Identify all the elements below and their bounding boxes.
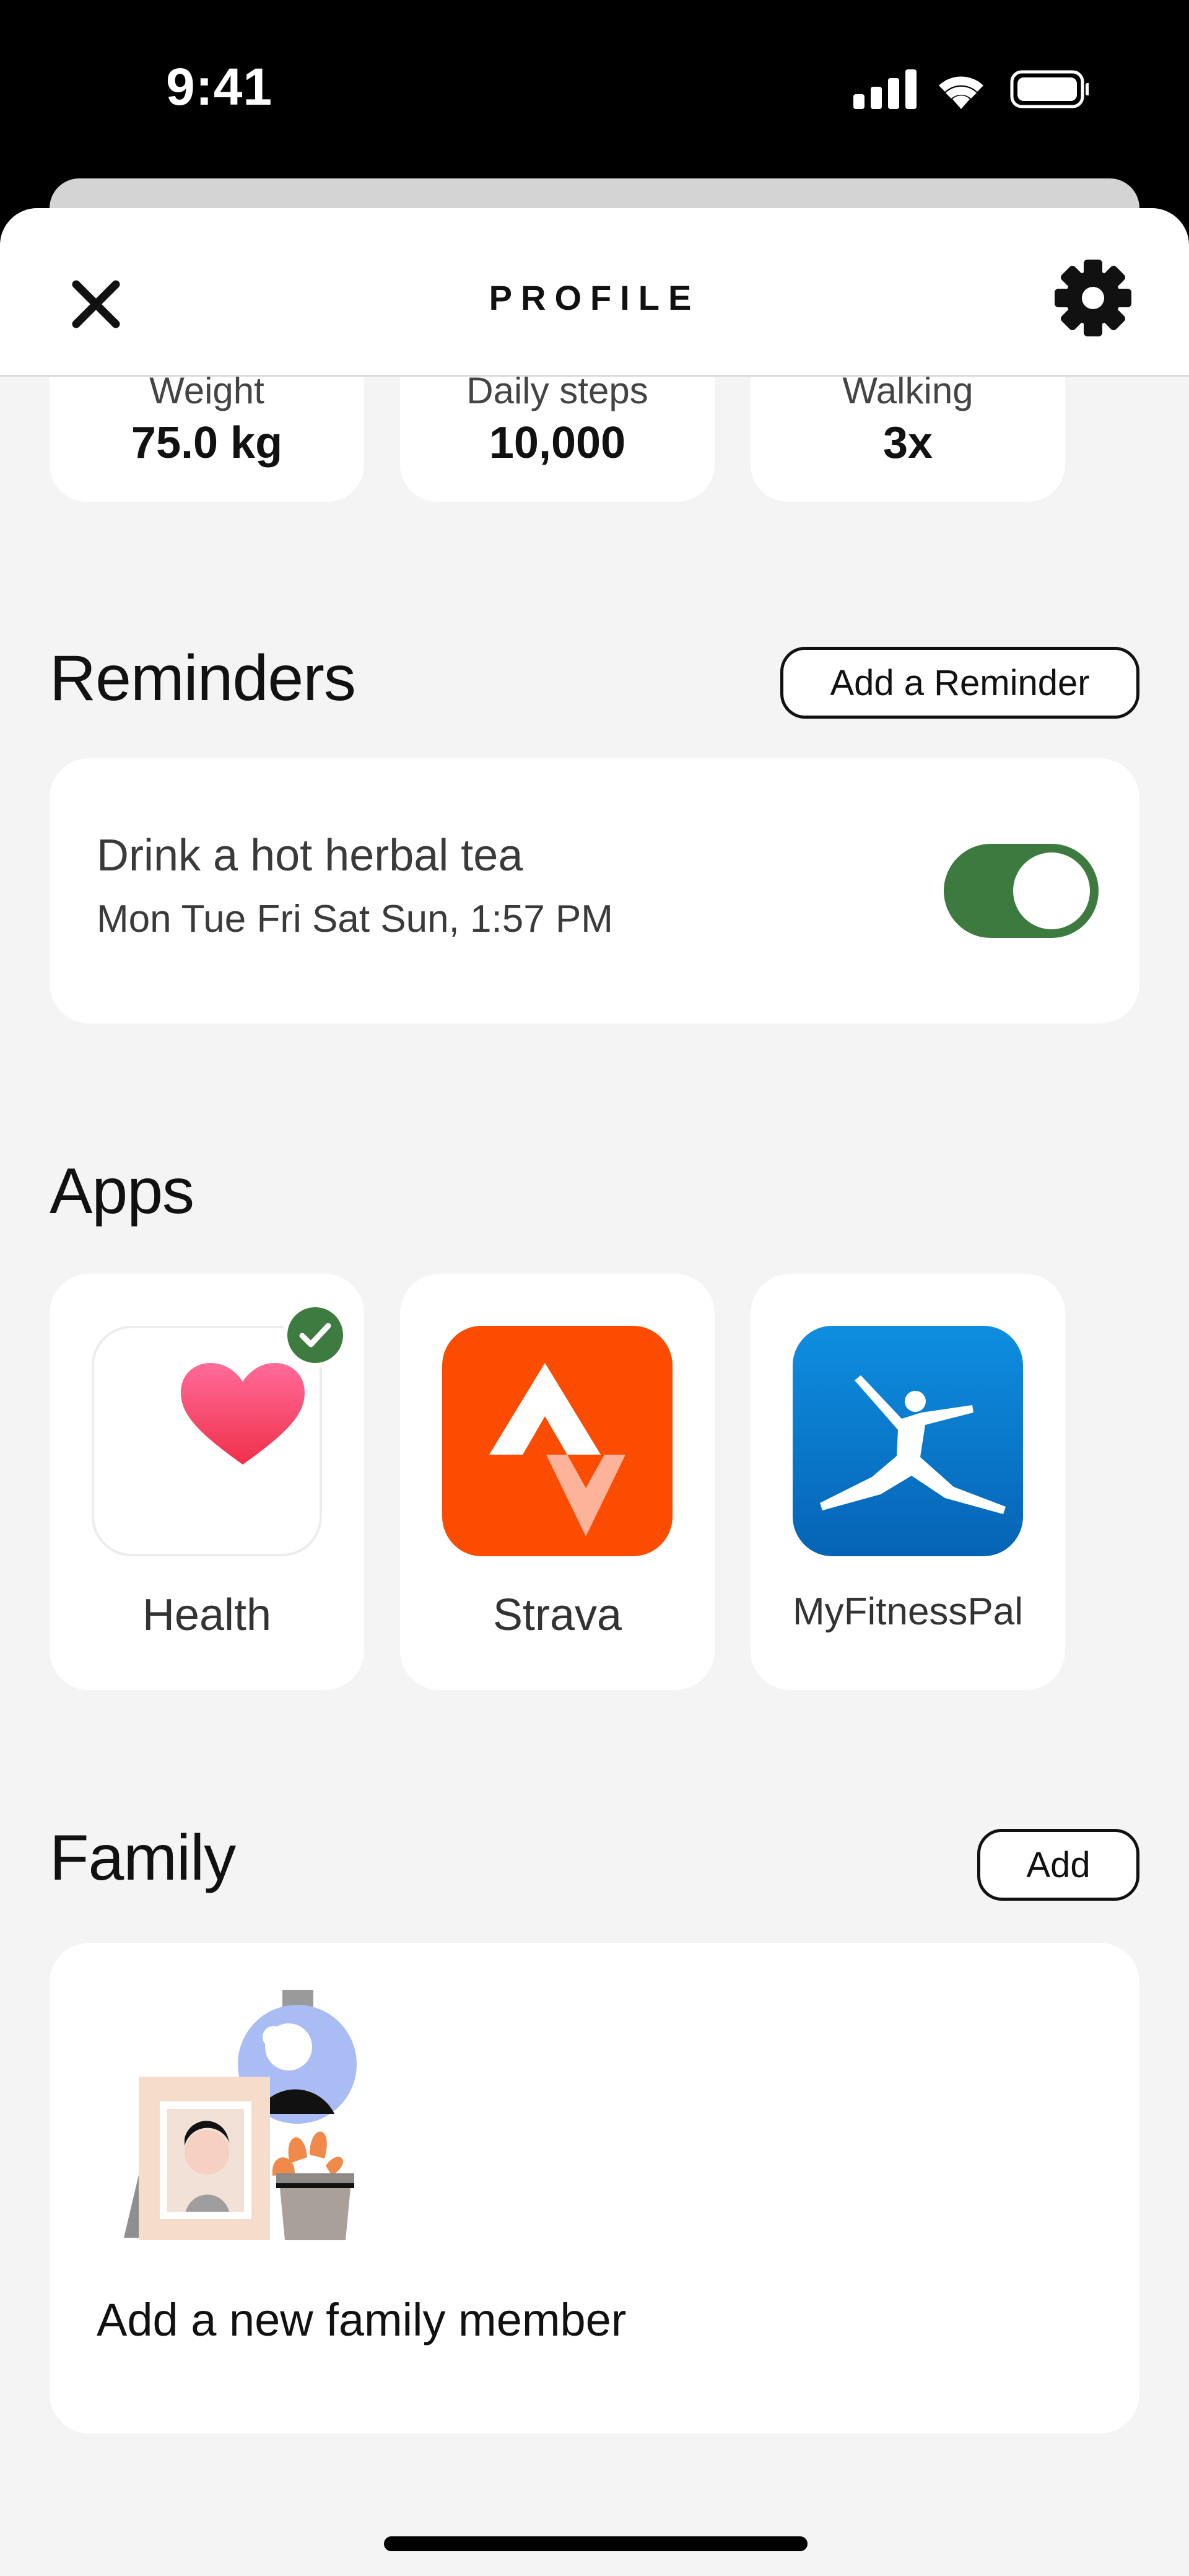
battery-icon bbox=[1010, 70, 1089, 108]
wifi-icon bbox=[939, 76, 983, 109]
strava-logo-icon bbox=[489, 1363, 625, 1536]
add-reminder-button[interactable]: Add a Reminder bbox=[780, 647, 1139, 719]
family-heading: Family bbox=[50, 1822, 236, 1894]
reminder-card[interactable]: Drink a hot herbal tea Mon Tue Fri Sat S… bbox=[50, 758, 1139, 1023]
status-icons bbox=[853, 69, 1089, 109]
signal-icon bbox=[853, 69, 917, 109]
add-family-member-label: Add a new family member bbox=[97, 2294, 627, 2346]
page-title: PROFILE bbox=[489, 278, 700, 317]
strava-app-icon bbox=[442, 1326, 673, 1556]
profile-sheet: PROFILE Weight 75.0 kg Daily steps 10,00… bbox=[0, 208, 1189, 2576]
app-name: Strava bbox=[492, 1590, 622, 1640]
stat-value: 3x bbox=[882, 418, 933, 468]
connected-check-icon bbox=[282, 1302, 348, 1368]
myfitnesspal-logo-icon bbox=[820, 1375, 1006, 1514]
reminders-heading: Reminders bbox=[50, 642, 356, 714]
family-card[interactable]: Add a new family member bbox=[50, 1943, 1139, 2434]
heart-icon bbox=[181, 1363, 305, 1465]
family-illustration bbox=[124, 1990, 357, 2240]
reminder-schedule: Mon Tue Fri Sat Sun, 1:57 PM bbox=[97, 898, 613, 940]
settings-gear-icon[interactable] bbox=[1053, 258, 1133, 338]
apps-heading: Apps bbox=[50, 1155, 194, 1227]
stat-value: 10,000 bbox=[489, 418, 626, 468]
app-card-strava[interactable]: Strava bbox=[400, 1274, 715, 1690]
header: PROFILE bbox=[0, 208, 1189, 377]
stat-value: 75.0 kg bbox=[131, 418, 283, 468]
app-name: Health bbox=[142, 1590, 272, 1640]
toggle-knob bbox=[1013, 852, 1090, 929]
home-indicator bbox=[384, 2536, 808, 2551]
reminder-title: Drink a hot herbal tea bbox=[97, 831, 523, 880]
status-time: 9:41 bbox=[166, 58, 273, 116]
reminder-toggle[interactable] bbox=[944, 844, 1099, 938]
app-card-health[interactable]: Health bbox=[50, 1274, 364, 1690]
status-bar: 9:41 bbox=[0, 0, 1189, 180]
app-name: MyFitnessPal bbox=[792, 1590, 1024, 1633]
add-family-button[interactable]: Add bbox=[977, 1829, 1139, 1901]
myfitnesspal-app-icon bbox=[793, 1326, 1023, 1556]
app-card-myfitnesspal[interactable]: MyFitnessPal bbox=[751, 1274, 1065, 1690]
